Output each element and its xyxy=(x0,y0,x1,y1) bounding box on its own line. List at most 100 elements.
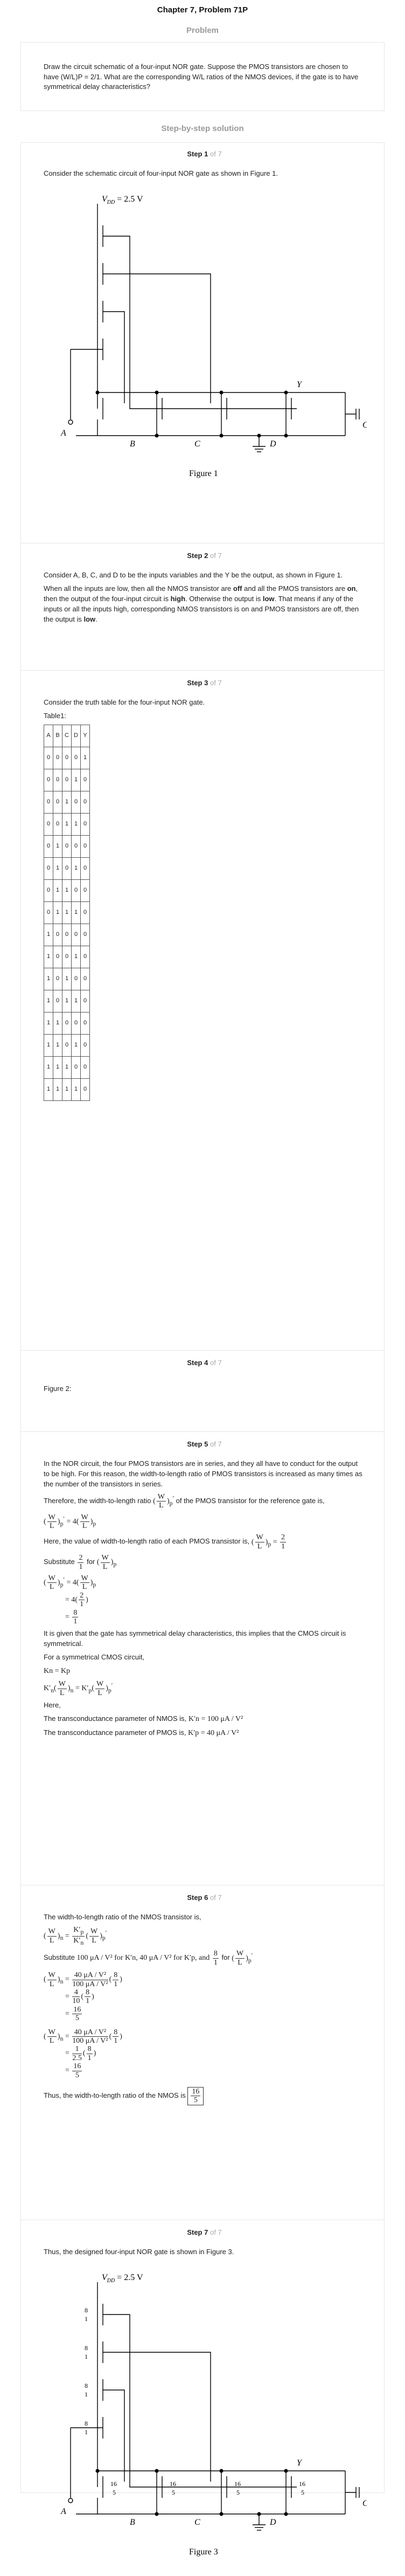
svg-text:1: 1 xyxy=(85,2391,88,2398)
solution-card: Step 1 of 7 Consider the schematic circu… xyxy=(20,142,385,2557)
figure-1-circuit: VDD= 2.5 V A B C D Y C Figure 1 xyxy=(60,195,368,478)
step-6-conclusion: Thus, the width-to-length ratio of the N… xyxy=(44,2086,365,2105)
table-cell: 0 xyxy=(44,769,53,792)
svg-text:5: 5 xyxy=(236,2489,240,2496)
table-cell: 0 xyxy=(62,924,72,947)
table-cell: 0 xyxy=(44,747,53,770)
figure-3-circuit: VDD = 2.5 V 81 81 81 81 165 165 165 165 A… xyxy=(60,2273,368,2557)
svg-text:16: 16 xyxy=(170,2480,176,2488)
table-row: 01000 xyxy=(44,835,90,858)
svg-text:5: 5 xyxy=(113,2489,116,2496)
svg-text:5: 5 xyxy=(172,2489,175,2496)
table-cell: 1 xyxy=(71,769,81,792)
vdd-label: VDD = 2.5 V xyxy=(102,195,143,205)
table-cell: 1 xyxy=(44,1056,53,1079)
svg-text:C: C xyxy=(194,2518,200,2527)
table-cell: 0 xyxy=(71,968,81,991)
step-2-header: Step 2 of 7 xyxy=(187,551,222,560)
step-5-tn: The transconductance parameter of NMOS i… xyxy=(44,1714,243,1723)
step-7-text: Thus, the designed four-input NOR gate i… xyxy=(44,2248,234,2256)
step-6: Step 6 of 7 The width-to-length ratio of… xyxy=(21,1884,384,2220)
svg-text:8: 8 xyxy=(85,2382,88,2389)
table-cell: 0 xyxy=(80,791,90,814)
step-6-header: Step 6 of 7 xyxy=(187,1893,222,1902)
table-cell: 0 xyxy=(80,924,90,947)
problem-label: Problem xyxy=(186,26,219,35)
table-cell: 1 xyxy=(44,1078,53,1101)
solution-label: Step-by-step solution xyxy=(161,123,244,133)
step-4: Step 4 of 7 Figure 2: xyxy=(21,1349,384,1431)
eq-wlp-result: (W L)p′ = 4(W L)p = 4(2 1) = 81 xyxy=(44,1574,96,1626)
svg-text:1: 1 xyxy=(85,2353,88,2360)
table-cell: 0 xyxy=(44,901,53,925)
eq-kn-kp: Kn = Kp xyxy=(44,1666,71,1675)
svg-text:C: C xyxy=(362,2499,367,2508)
table-cell: C xyxy=(62,725,72,748)
table-cell: 1 xyxy=(44,990,53,1013)
table-cell: 0 xyxy=(53,946,62,969)
eq-wln-calc-2: (W L)n = 40 μA / V² 100 μA / V²(8 1) = 1 2.5… xyxy=(44,2028,122,2079)
table-row: 00010 xyxy=(44,769,90,792)
table-cell: 1 xyxy=(71,1078,81,1101)
table-cell: 1 xyxy=(53,857,62,880)
table-cell: 0 xyxy=(80,946,90,969)
step-7-header: Step 7 of 7 xyxy=(187,2228,222,2236)
figure-3-caption: Figure 3 xyxy=(189,2547,218,2557)
page-title: Chapter 7, Problem 71P xyxy=(157,5,248,15)
table-cell: 1 xyxy=(71,946,81,969)
table-cell: 0 xyxy=(71,1012,81,1035)
table-cell: A xyxy=(44,725,53,748)
table-cell: 0 xyxy=(62,769,72,792)
label-a: A xyxy=(60,429,66,438)
table-cell: 0 xyxy=(53,769,62,792)
step-3-text: Consider the truth table for the four-in… xyxy=(44,698,205,707)
step-2-p2: When all the inputs are low, then all th… xyxy=(44,584,359,623)
table-row: 01110 xyxy=(44,901,90,925)
table-cell: 0 xyxy=(44,835,53,858)
table-cell: 0 xyxy=(71,879,81,903)
table-cell: 0 xyxy=(71,791,81,814)
table-cell: 0 xyxy=(71,1056,81,1079)
table-cell: 0 xyxy=(53,924,62,947)
table-cell: 0 xyxy=(80,1056,90,1079)
table-cell: 1 xyxy=(71,901,81,925)
table-cell: 0 xyxy=(80,1034,90,1057)
table-cell: 1 xyxy=(62,968,72,991)
svg-text:8: 8 xyxy=(85,2344,88,2352)
table-cell: 0 xyxy=(80,879,90,903)
step-5-header: Step 5 of 7 xyxy=(187,1439,222,1448)
table-cell: 1 xyxy=(71,857,81,880)
table-cell: D xyxy=(71,725,81,748)
table-cell: 0 xyxy=(80,857,90,880)
step-5-p5: For a symmetrical CMOS circuit, xyxy=(44,1653,145,1662)
figure-1-caption: Figure 1 xyxy=(189,469,218,478)
step-5-tp: The transconductance parameter of PMOS i… xyxy=(44,1728,239,1738)
table-cell: 0 xyxy=(44,879,53,903)
problem-text: Draw the circuit schematic of a four-inp… xyxy=(44,62,359,91)
table-cell: 0 xyxy=(53,968,62,991)
table-cell: 0 xyxy=(53,813,62,836)
table-cell: 0 xyxy=(80,835,90,858)
table-cell: 1 xyxy=(62,1056,72,1079)
label-d: D xyxy=(269,439,276,449)
step-3-header: Step 3 of 7 xyxy=(187,678,222,687)
table-row: 11000 xyxy=(44,1012,90,1035)
table-cell: 0 xyxy=(80,813,90,836)
table-cell: 1 xyxy=(62,813,72,836)
table-cell: 1 xyxy=(80,747,90,770)
table-row: 10100 xyxy=(44,968,90,991)
label-c: C xyxy=(194,439,200,449)
table-cell: 1 xyxy=(53,901,62,925)
table-cell: 0 xyxy=(53,747,62,770)
eq-kn-wl: K′n(W L)n = K′p(W L)p′ xyxy=(44,1680,113,1697)
table-cell: 0 xyxy=(62,1012,72,1035)
eq-wln-formula: (W L)n = K′p K′n(W L)p′ xyxy=(44,1926,107,1946)
label-b: B xyxy=(130,439,135,449)
table-cell: 1 xyxy=(44,1012,53,1035)
step-4-header: Step 4 of 7 xyxy=(187,1358,222,1367)
table-cell: 0 xyxy=(80,1078,90,1101)
table-cell: 1 xyxy=(53,1078,62,1101)
eq-wln-calc-1: (W L)n = 40 μA / V² 100 μA / V²(8 1) = 4 10(… xyxy=(44,1971,122,2023)
table-row: 00001 xyxy=(44,747,90,770)
eq-wlp-ref: (W L)p′ = 4(W L)p xyxy=(44,1513,96,1531)
